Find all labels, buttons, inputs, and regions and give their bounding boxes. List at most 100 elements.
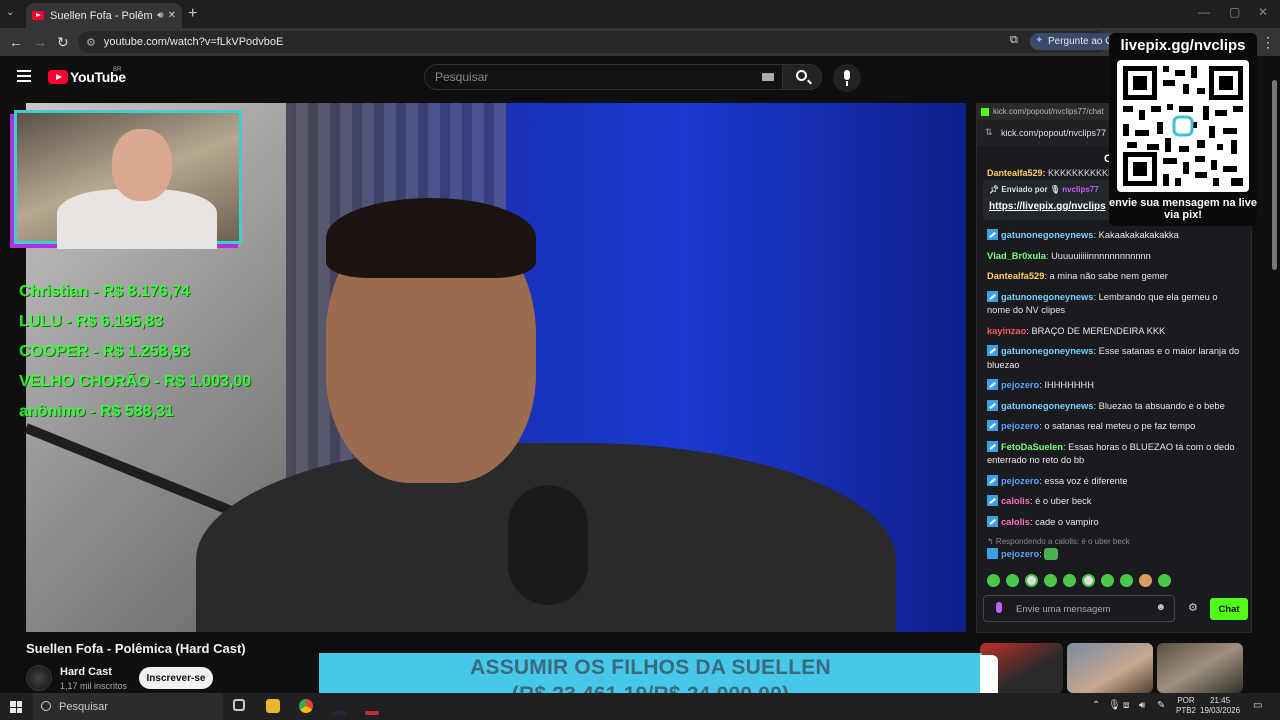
close-tab-icon[interactable]: ✕ bbox=[168, 10, 176, 21]
url-field[interactable]: ⚙︎ youtube.com/watch?v=fLkVPodvboE bbox=[78, 31, 1108, 53]
close-window-icon[interactable]: ✕ bbox=[1258, 5, 1268, 19]
chat-text: : essa voz é diferente bbox=[1039, 475, 1128, 486]
chat-text: : BRAÇO DE MERENDEIRA KKK bbox=[1026, 325, 1166, 336]
donor-entry: LULU - R$ 6.195,83 bbox=[19, 313, 164, 330]
search-placeholder: Pesquisar bbox=[435, 70, 489, 84]
chat-message: FetoDaSuelen: Essas horas o BLUEZAO tá c… bbox=[987, 440, 1243, 468]
app-icon[interactable] bbox=[365, 711, 379, 715]
subscribe-button[interactable]: Inscrever-se bbox=[139, 667, 213, 689]
chat-username[interactable]: Dantealfa529: bbox=[987, 168, 1046, 178]
clock-date: 19/03/2026 bbox=[1200, 706, 1241, 715]
reload-icon[interactable]: ↻ bbox=[57, 34, 69, 51]
chat-message: pejozero: o satanas real meteu o pe faz … bbox=[987, 420, 1243, 434]
notifications-icon[interactable]: ▭ bbox=[1253, 700, 1262, 711]
pen-icon[interactable]: ✎ bbox=[1157, 700, 1165, 711]
chat-send-button[interactable]: Chat bbox=[1210, 598, 1248, 620]
volume-icon[interactable]: 🔊︎ bbox=[1139, 700, 1145, 711]
clock[interactable]: 21:45 19/03/2026 bbox=[1200, 696, 1240, 716]
emote-icon[interactable] bbox=[1025, 574, 1038, 587]
subscriber-count: 1,17 mil inscritos bbox=[60, 681, 128, 691]
emote-icon[interactable] bbox=[1063, 574, 1076, 587]
chat-username[interactable]: calolis bbox=[1001, 496, 1030, 506]
subscriber-badge-icon bbox=[987, 420, 998, 431]
chat-username[interactable]: pejozero bbox=[1001, 476, 1039, 486]
chat-message: pejozero: IHHHHHHH bbox=[987, 379, 1243, 393]
subscriber-badge-icon bbox=[987, 290, 998, 302]
chat-message: gatunonegoneynews: Lembrando que ela gem… bbox=[987, 290, 1243, 318]
microphone-tray-icon[interactable]: 🎙︎ bbox=[1108, 700, 1121, 711]
task-view-icon[interactable] bbox=[233, 699, 245, 711]
chat-username[interactable]: kayinzao bbox=[987, 326, 1026, 336]
pinned-author[interactable]: nvclips77 bbox=[1062, 185, 1098, 194]
emote-icon[interactable] bbox=[1158, 574, 1171, 587]
maximize-icon[interactable]: ▢ bbox=[1229, 5, 1240, 19]
chat-message-input[interactable]: Envie uma mensagem bbox=[983, 595, 1175, 622]
youtube-favicon-icon bbox=[32, 11, 44, 20]
cast-icon[interactable]: ⧉ bbox=[1010, 34, 1018, 47]
channel-name[interactable]: Hard Cast bbox=[60, 666, 112, 678]
chat-username[interactable]: calolis bbox=[1001, 517, 1030, 527]
network-icon[interactable]: ⧈ bbox=[1123, 700, 1129, 711]
taskbar-search-box[interactable]: Pesquisar bbox=[33, 693, 223, 720]
windows-taskbar: Pesquisar ⌃ 🎙︎ ⧈ 🔊︎ ✎ POR PTB2 21:45 19/… bbox=[0, 693, 1280, 720]
speaker-icon[interactable]: 🔊︎ bbox=[157, 10, 163, 21]
chat-username[interactable]: FetoDaSuelen bbox=[1001, 442, 1063, 452]
chat-username[interactable]: gatunonegoneynews bbox=[1001, 230, 1093, 240]
file-explorer-icon[interactable] bbox=[266, 699, 280, 713]
tray-overflow-icon[interactable]: ⌃ bbox=[1092, 700, 1100, 711]
emote-icon[interactable] bbox=[1120, 574, 1133, 587]
recommended-thumbnail[interactable] bbox=[1157, 643, 1243, 693]
subscriber-badge-icon bbox=[987, 515, 998, 527]
chat-message: gatunonegoneynews: Esse satanas e o maio… bbox=[987, 345, 1243, 372]
new-tab-icon[interactable]: + bbox=[188, 5, 197, 23]
chat-username[interactable]: pejozero bbox=[1001, 421, 1039, 431]
chat-settings-icon[interactable]: ⚙︎ bbox=[1188, 601, 1198, 614]
emote-icon[interactable] bbox=[1139, 574, 1152, 587]
site-info-icon[interactable]: ⚙︎ bbox=[86, 36, 96, 49]
tab-search-icon[interactable]: ⌄ bbox=[6, 7, 14, 18]
channel-avatar[interactable] bbox=[26, 665, 52, 691]
search-input[interactable]: Pesquisar bbox=[424, 64, 784, 90]
emote-icon[interactable] bbox=[1082, 574, 1095, 587]
keyboard-icon[interactable] bbox=[762, 73, 774, 81]
menu-icon[interactable] bbox=[17, 70, 31, 82]
chat-username[interactable]: Vlad_Br0xula bbox=[987, 251, 1046, 261]
chat-username[interactable]: gatunonegoneynews bbox=[1001, 346, 1093, 356]
chat-username[interactable]: pejozero bbox=[1001, 549, 1039, 559]
chat-username[interactable]: gatunonegoneynews bbox=[1001, 401, 1093, 411]
chat-text: : Bluezao ta absuando e o bebe bbox=[1093, 400, 1225, 411]
windows-start-icon[interactable] bbox=[10, 701, 22, 713]
chrome-icon[interactable] bbox=[299, 699, 313, 713]
forward-icon[interactable]: → bbox=[33, 34, 47, 50]
chat-username[interactable]: pejozero bbox=[1001, 380, 1039, 390]
emote-icon[interactable] bbox=[987, 574, 1000, 587]
browser-tab[interactable]: Suellen Fofa - Polêmica (Ha 🔊︎ ✕ bbox=[26, 3, 182, 28]
taskbar-search-label: Pesquisar bbox=[59, 701, 108, 713]
emote-icon[interactable] bbox=[1044, 574, 1057, 587]
donor-entry: Christian - R$ 8.176,74 bbox=[19, 283, 190, 300]
language-indicator[interactable]: POR PTB2 bbox=[1176, 696, 1196, 716]
browser-menu-icon[interactable]: ⋮ bbox=[1261, 34, 1275, 51]
chat-text: : IHHHHHHH bbox=[1039, 380, 1094, 390]
subscriber-badge-icon bbox=[987, 440, 998, 452]
emote-icon[interactable] bbox=[1101, 574, 1114, 587]
donor-leaderboard: Christian - R$ 8.176,74 LULU - R$ 6.195,… bbox=[19, 277, 251, 427]
emote-icon[interactable] bbox=[1006, 574, 1019, 587]
chat-username[interactable]: gatunonegoneynews bbox=[1001, 292, 1093, 302]
chat-message: gatunonegoneynews: Kakaakakakakakka bbox=[987, 229, 1243, 243]
donor-entry: COOPER - R$ 1.258,93 bbox=[19, 343, 190, 360]
chat-message: Vlad_Br0xula: Uuuuuiiiiinnnnnnnnnnnn bbox=[987, 250, 1243, 264]
pinned-link[interactable]: https://livepix.gg/nvclips bbox=[989, 201, 1106, 212]
voice-search-button[interactable] bbox=[833, 64, 861, 92]
youtube-logo-icon[interactable] bbox=[48, 70, 68, 84]
chat-username[interactable]: Dantealfa529 bbox=[987, 271, 1044, 281]
minimize-icon[interactable]: — bbox=[1198, 5, 1210, 19]
pinned-label: 📌︎ Enviado por 🎙︎ nvclips77 bbox=[989, 185, 1099, 194]
chat-message: Dantealfa529: a mina não sabe nem gemer bbox=[987, 270, 1243, 284]
subscriber-badge-icon bbox=[987, 229, 998, 240]
recommended-thumbnail[interactable] bbox=[1067, 643, 1153, 693]
scrollbar-thumb[interactable] bbox=[1272, 80, 1277, 270]
app-icon[interactable] bbox=[332, 711, 346, 715]
search-button[interactable] bbox=[782, 64, 822, 90]
back-icon[interactable]: ← bbox=[9, 34, 23, 50]
